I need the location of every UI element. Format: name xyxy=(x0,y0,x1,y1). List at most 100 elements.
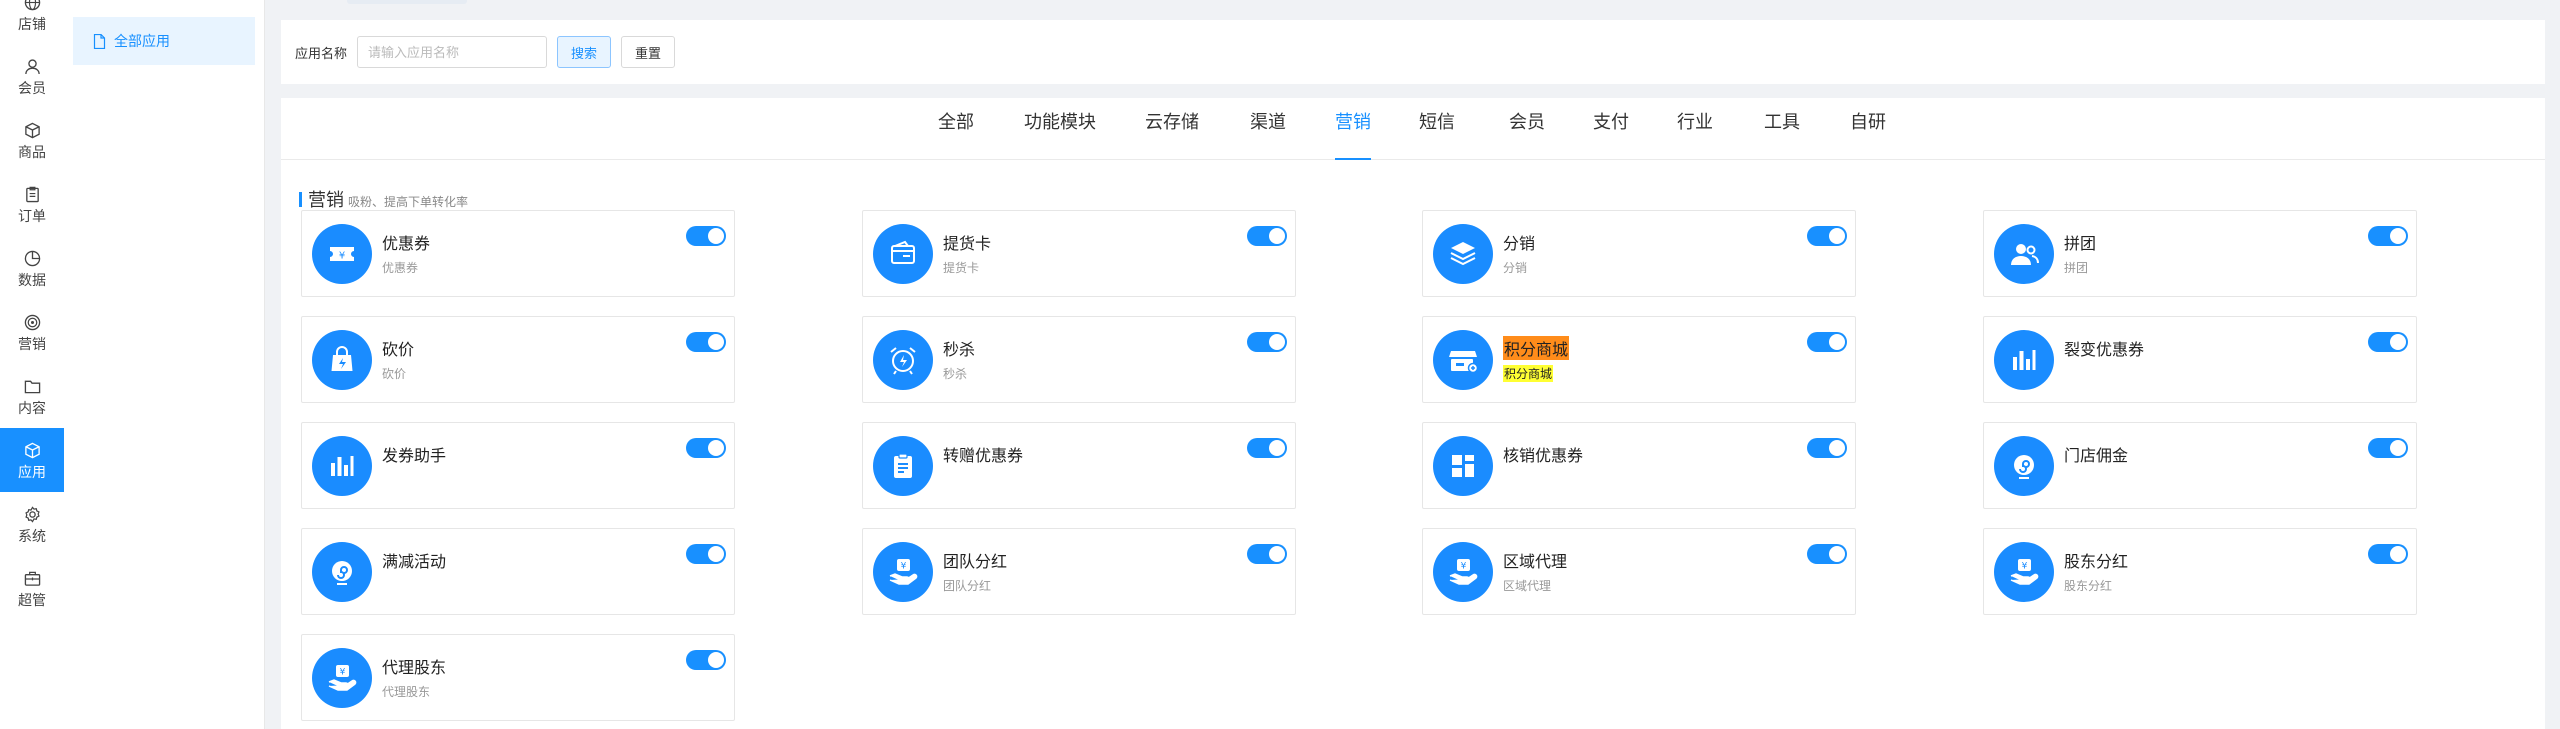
svg-text:¥: ¥ xyxy=(901,562,907,572)
rail-item-label: 订单 xyxy=(18,208,46,224)
hand-yen-icon: ¥ xyxy=(873,542,933,602)
search-button[interactable]: 搜索 xyxy=(557,36,612,68)
enable-toggle[interactable] xyxy=(1807,226,1847,246)
tab-6[interactable]: 会员 xyxy=(1509,112,1545,160)
rail-item-7[interactable]: 应用 xyxy=(0,428,64,492)
app-desc: 区域代理 xyxy=(1503,579,1552,593)
grid-icon xyxy=(1433,436,1493,496)
enable-toggle[interactable] xyxy=(2368,438,2408,458)
app-card[interactable]: 转赠优惠券 xyxy=(862,422,1296,509)
app-card[interactable]: 裂变优惠券 xyxy=(1983,316,2417,403)
wallet-card-icon xyxy=(873,224,933,284)
app-card[interactable]: 发券助手 xyxy=(301,422,735,509)
app-name: 发券助手 xyxy=(382,448,447,465)
briefcase-icon xyxy=(22,568,42,588)
rail-item-2[interactable]: 商品 xyxy=(0,108,64,172)
category-tabs: 全部 功能模块 云存储 渠道 营销 短信 会员 支付 行业 工具 自研 xyxy=(281,98,2545,160)
app-card[interactable]: ¥ 区域代理 区域代理 xyxy=(1422,528,1856,615)
search-bar: 应用名称 搜索 重置 xyxy=(281,20,2545,84)
rail-item-4[interactable]: 数据 xyxy=(0,236,64,300)
app-card[interactable]: 提货卡 提货卡 xyxy=(862,210,1296,297)
enable-toggle[interactable] xyxy=(686,438,726,458)
enable-toggle[interactable] xyxy=(1247,544,1287,564)
app-card[interactable]: 分销 分销 xyxy=(1422,210,1856,297)
app-desc: 积分商城 xyxy=(1503,365,1554,382)
enable-toggle[interactable] xyxy=(1807,438,1847,458)
app-name: 裂变优惠券 xyxy=(2064,342,2145,359)
svg-text:¥: ¥ xyxy=(2022,562,2028,572)
rail-item-label: 内容 xyxy=(18,400,46,416)
subnav-item-all-apps[interactable]: 全部应用 xyxy=(73,17,255,65)
app-card[interactable]: ¥ 股东分红 股东分红 xyxy=(1983,528,2417,615)
enable-toggle[interactable] xyxy=(1807,332,1847,352)
rail-item-0[interactable]: 店铺 xyxy=(0,0,64,44)
tab-5[interactable]: 短信 xyxy=(1419,112,1455,160)
globe-icon xyxy=(22,0,42,12)
tab-0[interactable]: 全部 xyxy=(938,112,974,160)
bar-chart-icon xyxy=(1994,330,2054,390)
enable-toggle[interactable] xyxy=(2368,544,2408,564)
folder-icon xyxy=(22,376,42,396)
rail-item-6[interactable]: 内容 xyxy=(0,364,64,428)
rail-item-8[interactable]: 系统 xyxy=(0,492,64,556)
enable-toggle[interactable] xyxy=(2368,332,2408,352)
rail-item-label: 数据 xyxy=(18,272,46,288)
app-desc: 团队分红 xyxy=(943,579,992,593)
app-card[interactable]: ¥ 团队分红 团队分红 xyxy=(862,528,1296,615)
users-icon xyxy=(1994,224,2054,284)
enable-toggle[interactable] xyxy=(1247,438,1287,458)
rail-item-9[interactable]: 超管 xyxy=(0,556,64,620)
app-name: 团队分红 xyxy=(943,554,1008,571)
tab-1[interactable]: 功能模块 xyxy=(1024,112,1096,160)
app-list-panel: 全部 功能模块 云存储 渠道 营销 短信 会员 支付 行业 工具 自研 营销 吸粉、提高下单转化率 … xyxy=(281,98,2545,729)
app-card[interactable]: 积分商城 积分商城 xyxy=(1422,316,1856,403)
hand-yen-icon: ¥ xyxy=(1433,542,1493,602)
tab-7[interactable]: 支付 xyxy=(1593,112,1629,160)
tab-9[interactable]: 工具 xyxy=(1764,112,1800,160)
app-desc: 优惠券 xyxy=(382,261,419,275)
rail-item-1[interactable]: 会员 xyxy=(0,44,64,108)
enable-toggle[interactable] xyxy=(686,332,726,352)
rail-item-3[interactable]: 订单 xyxy=(0,172,64,236)
app-desc: 提货卡 xyxy=(943,261,980,275)
svg-text:¥: ¥ xyxy=(339,251,345,262)
enable-toggle[interactable] xyxy=(686,650,726,670)
tab-3[interactable]: 渠道 xyxy=(1250,112,1286,160)
tab-4[interactable]: 营销 xyxy=(1335,112,1371,160)
section-subtitle: 吸粉、提高下单转化率 xyxy=(348,195,469,209)
app-card[interactable]: 秒杀 秒杀 xyxy=(862,316,1296,403)
enable-toggle[interactable] xyxy=(1247,332,1287,352)
svg-text:¥: ¥ xyxy=(340,668,346,678)
app-name: 积分商城 xyxy=(1503,336,1570,360)
rail-item-5[interactable]: 营销 xyxy=(0,300,64,364)
app-card[interactable]: 门店佣金 xyxy=(1983,422,2417,509)
app-card[interactable]: 满减活动 xyxy=(301,528,735,615)
app-card[interactable]: 拼团 拼团 xyxy=(1983,210,2417,297)
tab-2[interactable]: 云存储 xyxy=(1145,112,1199,160)
sub-nav: 全部应用 xyxy=(64,0,265,729)
tab-10[interactable]: 自研 xyxy=(1850,112,1886,160)
app-name: 门店佣金 xyxy=(2064,448,2129,465)
app-card[interactable]: ¥ 代理股东 代理股东 xyxy=(301,634,735,721)
enable-toggle[interactable] xyxy=(686,226,726,246)
app-card[interactable]: ¥ 优惠券 优惠券 xyxy=(301,210,735,297)
alarm-clock-icon xyxy=(873,330,933,390)
app-name: 优惠券 xyxy=(382,236,431,253)
enable-toggle[interactable] xyxy=(2368,226,2408,246)
search-input[interactable] xyxy=(357,36,548,68)
enable-toggle[interactable] xyxy=(1807,544,1847,564)
app-name: 满减活动 xyxy=(382,554,447,571)
search-label: 应用名称 xyxy=(295,45,348,61)
enable-toggle[interactable] xyxy=(686,544,726,564)
enable-toggle[interactable] xyxy=(1247,226,1287,246)
bar-chart-icon xyxy=(312,436,372,496)
app-card[interactable]: 核销优惠券 xyxy=(1422,422,1856,509)
app-desc: 代理股东 xyxy=(382,685,431,699)
reset-button[interactable]: 重置 xyxy=(621,36,676,68)
tab-8[interactable]: 行业 xyxy=(1677,112,1713,160)
gear-icon xyxy=(22,504,42,524)
coupon-icon: ¥ xyxy=(312,224,372,284)
file-icon xyxy=(93,33,106,49)
app-name: 转赠优惠券 xyxy=(943,448,1024,465)
app-card[interactable]: 砍价 砍价 xyxy=(301,316,735,403)
